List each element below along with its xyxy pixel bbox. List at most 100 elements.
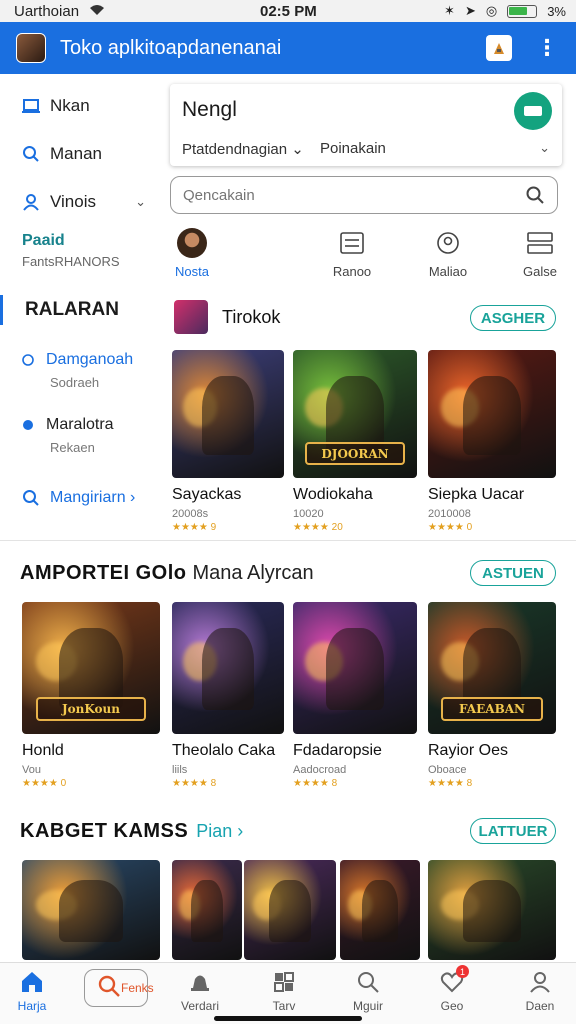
sub-item-desc: Sodraeh xyxy=(50,375,100,390)
game-tile[interactable] xyxy=(172,860,242,960)
battery-percent: 3% xyxy=(547,3,566,19)
header-card: Nengl Ptatdendnagian ⌄ Poinakain ⌄ xyxy=(170,84,562,166)
nav-item-geo[interactable]: 1 Geo xyxy=(420,965,484,1013)
sidebar-item-vinois[interactable]: Vinois ⌄ xyxy=(0,178,168,226)
category-nosta[interactable]: Nosta xyxy=(162,228,222,279)
nav-item-daen[interactable]: Daen xyxy=(508,969,572,1013)
section-title: AMPORTEI GOlo xyxy=(20,562,187,584)
section-link[interactable]: Pian › xyxy=(196,821,243,842)
game-thumbnail: JonKoun xyxy=(22,602,160,734)
chat-icon xyxy=(22,354,34,366)
section-thumb-icon xyxy=(174,300,208,334)
dropdown-primary[interactable]: Ptatdendnagian ⌄ xyxy=(182,140,304,158)
game-tile[interactable] xyxy=(340,860,420,960)
nav-label: Daen xyxy=(525,999,555,1013)
category-galse[interactable]: Galse xyxy=(510,228,570,279)
game-thumbnail xyxy=(244,860,336,960)
game-tile[interactable]: Sayackas 20008s ★★★★ 9 xyxy=(172,350,284,533)
more-options-icon[interactable]: ⋮ xyxy=(536,35,558,61)
sidebar-link-label: Mangiriarn › xyxy=(50,489,136,506)
nav-item-tarv[interactable]: Tarv xyxy=(252,969,316,1013)
game-name: Rayior Oes xyxy=(428,742,509,759)
game-name: Theolalo Caka xyxy=(172,742,276,759)
game-rating: ★★★★ 8 xyxy=(428,778,473,789)
search-icon[interactable] xyxy=(525,185,545,205)
game-name: Sayackas xyxy=(172,486,242,503)
game-subtitle: Aadocroad xyxy=(293,764,347,776)
sidebar: Nkan Manan Vinois ⌄ Paaid FantsRHANORS R… xyxy=(0,82,168,532)
sidebar-sub-item-2[interactable]: Maralotra Rekaen xyxy=(0,416,168,455)
section-action-button[interactable]: ASGHER xyxy=(470,305,556,331)
category-row: Nosta Ranoo Maliao Galse xyxy=(170,228,570,284)
game-tile[interactable]: Theolalo Caka liils ★★★★ 8 xyxy=(172,602,284,789)
sub-item-row: Maralotra xyxy=(22,416,168,434)
list-icon xyxy=(337,228,367,258)
sidebar-section-title: RALARAN xyxy=(0,295,168,325)
sidebar-sub-item-1[interactable]: Damganoah Sodraeh xyxy=(0,351,168,390)
sub-item-title: Maralotra xyxy=(46,416,114,433)
nav-item-verdari[interactable]: Verdari xyxy=(168,969,232,1013)
dropdown-label: Ptatdendnagian xyxy=(182,141,288,158)
search-input[interactable] xyxy=(183,186,503,204)
category-maliao[interactable]: Maliao xyxy=(418,228,478,279)
section-subtitle: Mana Alyrcan xyxy=(192,562,314,584)
game-thumbnail xyxy=(428,350,556,478)
sidebar-item-nkan[interactable]: Nkan xyxy=(0,82,168,130)
game-name: Siepka Uacar xyxy=(428,486,525,503)
wifi-icon xyxy=(89,3,105,20)
sidebar-item-label: Nkan xyxy=(50,96,90,115)
dropdown-secondary[interactable]: Poinakain xyxy=(320,140,386,157)
laptop-icon xyxy=(22,97,40,115)
chevron-down-icon[interactable]: ⌄ xyxy=(135,194,146,210)
app-title: Toko aplkitoapdanenanai xyxy=(60,36,282,59)
game-tile[interactable]: Siepka Uacar 2010008 ★★★★ 0 xyxy=(428,350,556,533)
nav-label: Mguir xyxy=(352,999,383,1013)
game-tile[interactable]: Fdadaropsie Aadocroad ★★★★ 8 xyxy=(293,602,417,789)
sub-item-row: Damganoah xyxy=(22,351,168,369)
search-icon xyxy=(355,969,381,995)
promo-title: Paaid xyxy=(22,232,65,249)
game-thumbnail xyxy=(172,602,284,734)
game-tile[interactable]: DJOORAN Wodiokaha 10020 ★★★★ 20 xyxy=(293,350,417,533)
action-fab-button[interactable] xyxy=(514,92,552,130)
nav-label: Tarv xyxy=(272,999,296,1013)
category-ranoo[interactable]: Ranoo xyxy=(322,228,382,279)
notification-badge: 1 xyxy=(456,965,469,978)
game-tile[interactable] xyxy=(428,860,556,960)
user-icon xyxy=(22,193,40,211)
section-title: KABGET KAMSS xyxy=(20,820,189,842)
nav-item-home[interactable]: Harja xyxy=(0,969,64,1013)
game-subtitle: 10020 xyxy=(293,508,324,520)
nav-item-mguir[interactable]: Mguir xyxy=(336,969,400,1013)
search-bar[interactable] xyxy=(170,176,558,214)
sidebar-promo[interactable]: Paaid FantsRHANORS xyxy=(0,232,168,269)
app-bar: Toko aplkitoapdanenanai ⋮ xyxy=(0,22,576,74)
battery-icon xyxy=(507,4,538,18)
bottom-navigation: Harja Fenks Verdari Tarv Mguir 1 Geo Dae… xyxy=(0,962,576,1024)
game-tile[interactable] xyxy=(22,860,160,960)
game-tile[interactable]: FAEABAN Rayior Oes Oboace ★★★★ 8 xyxy=(428,602,556,789)
game-name: Wodiokaha xyxy=(293,486,373,503)
game-subtitle: 2010008 xyxy=(428,508,471,520)
section-action-button[interactable]: ASTUEN xyxy=(470,560,556,586)
game-rating: ★★★★ 0 xyxy=(428,522,473,533)
game-subtitle: liils xyxy=(172,764,188,776)
game-tile[interactable]: JonKoun Honld Vou ★★★★ 0 xyxy=(22,602,160,789)
chevron-down-icon[interactable]: ⌄ xyxy=(539,140,550,156)
game-tile[interactable] xyxy=(244,860,336,960)
search-icon xyxy=(22,145,40,163)
sidebar-item-manan[interactable]: Manan xyxy=(0,130,168,178)
nav-item-search[interactable]: Fenks xyxy=(84,969,154,1007)
profile-icon[interactable] xyxy=(486,35,512,61)
game-rating: ★★★★ 8 xyxy=(293,778,338,789)
game-subtitle: Vou xyxy=(22,764,41,776)
category-label: Maliao xyxy=(428,264,468,279)
status-bar: Uarthoian 02:5 PM ✶ ➤ ◎ 3% xyxy=(0,0,576,22)
section-title: Tirokok xyxy=(222,306,281,327)
section-action-button[interactable]: LATTUER xyxy=(470,818,556,844)
divider xyxy=(0,540,576,541)
sidebar-more-link[interactable]: Mangiriarn › xyxy=(0,489,168,507)
game-thumbnail xyxy=(22,860,160,960)
bell-icon xyxy=(187,969,213,995)
category-label: Nosta xyxy=(175,264,209,279)
